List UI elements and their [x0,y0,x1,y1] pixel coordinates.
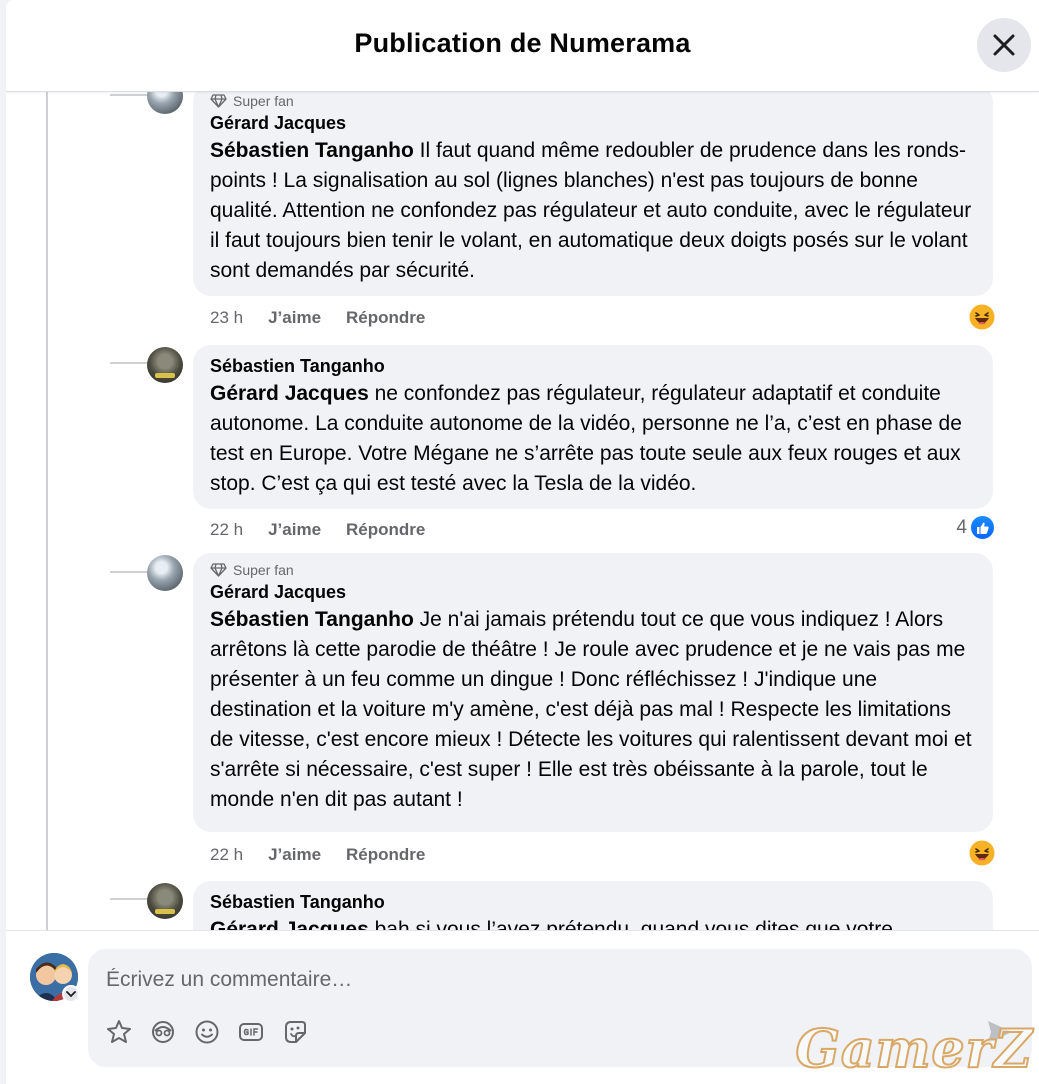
comment-actions: 22 h J’aime Répondre [210,519,425,541]
comment-body: Je n'ai jamais prétendu tout ce que vous… [210,608,972,811]
badge-label: Super fan [233,93,294,109]
haha-reaction-icon[interactable] [968,839,996,867]
gif-icon [239,1023,263,1041]
avatar[interactable] [147,347,183,383]
sticker-face-icon [285,1021,306,1043]
comment-time[interactable]: 22 h [210,520,243,540]
comment-author[interactable]: Gérard Jacques [210,110,975,136]
avatar[interactable] [147,92,183,114]
sticker-face-button[interactable] [282,1019,308,1045]
avatar[interactable] [147,555,183,591]
comment-text: Gérard Jacques bah si vous l’avez préten… [210,915,975,930]
avatar[interactable] [147,883,183,919]
comment-body: bah si vous l’avez prétendu, quand vous … [368,918,893,930]
reply-button[interactable]: Répondre [346,308,425,328]
superfan-badge: Super fan [210,561,975,579]
comment-bubble: Super fan Gérard Jacques Sébastien Tanga… [193,553,993,832]
diamond-icon [210,563,227,577]
mention-link[interactable]: Sébastien Tanganho [210,608,414,631]
emoji-button[interactable] [194,1019,220,1045]
composer-tools [106,1019,308,1045]
account-switch-chevron[interactable] [62,985,80,1003]
comment-actions: 22 h J’aime Répondre [210,844,425,866]
thread-branch [110,94,152,96]
mention-link[interactable]: Gérard Jacques [210,382,369,405]
like-button[interactable]: J’aime [268,845,321,865]
comment-time[interactable]: 23 h [210,308,243,328]
comment-text: Gérard Jacques ne confondez pas régulate… [210,379,975,499]
avatar-sticker-button[interactable] [150,1019,176,1045]
reply-button[interactable]: Répondre [346,520,425,540]
avatar-sticker-icon [152,1021,174,1043]
modal-title: Publication de Numerama [354,28,691,58]
mention-link[interactable]: Sébastien Tanganho [210,139,414,162]
comment-time[interactable]: 22 h [210,845,243,865]
comment-text: Sébastien Tanganho Il faut quand même re… [210,136,975,286]
comment-bubble: Sébastien Tanganho Gérard Jacques bah si… [193,881,993,930]
thread-branch [110,898,152,900]
comment-input[interactable] [106,965,986,995]
comment-text: Sébastien Tanganho Je n'ai jamais préten… [210,605,975,815]
comment-bubble: Super fan Gérard Jacques Sébastien Tanga… [193,92,993,296]
comment-thread[interactable]: Super fan Gérard Jacques Sébastien Tanga… [6,92,1039,930]
thread-branch [110,362,152,364]
comment-author[interactable]: Sébastien Tanganho [210,889,975,915]
modal-header: Publication de Numerama [6,0,1039,92]
superfan-badge: Super fan [210,92,975,110]
like-button[interactable]: J’aime [268,520,321,540]
close-button[interactable] [977,18,1031,72]
sticker-icon [107,1020,131,1043]
comment-actions: 23 h J’aime Répondre [210,307,425,329]
reaction-count: 4 [956,516,967,538]
haha-reaction-icon[interactable] [968,303,996,331]
reaction-summary[interactable]: 4 [956,514,996,541]
badge-label: Super fan [233,562,294,578]
comment-bubble: Sébastien Tanganho Gérard Jacques ne con… [193,345,993,509]
watermark-logo: GamerZ [794,1018,1033,1081]
comment-author[interactable]: Sébastien Tanganho [210,353,975,379]
post-modal: Publication de Numerama Super fan Gérard… [6,0,1039,1084]
mention-link[interactable]: Gérard Jacques [210,918,369,930]
thread-line [46,92,48,930]
like-button[interactable]: J’aime [268,308,321,328]
sticker-button[interactable] [106,1019,132,1045]
emoji-icon [195,1020,219,1044]
gif-button[interactable] [238,1019,264,1045]
comment-author[interactable]: Gérard Jacques [210,579,975,605]
diamond-icon [210,94,227,108]
like-reaction-icon [969,514,996,541]
thread-branch [110,571,152,573]
close-icon [993,34,1015,56]
reply-button[interactable]: Répondre [346,845,425,865]
chevron-down-icon [66,991,76,998]
